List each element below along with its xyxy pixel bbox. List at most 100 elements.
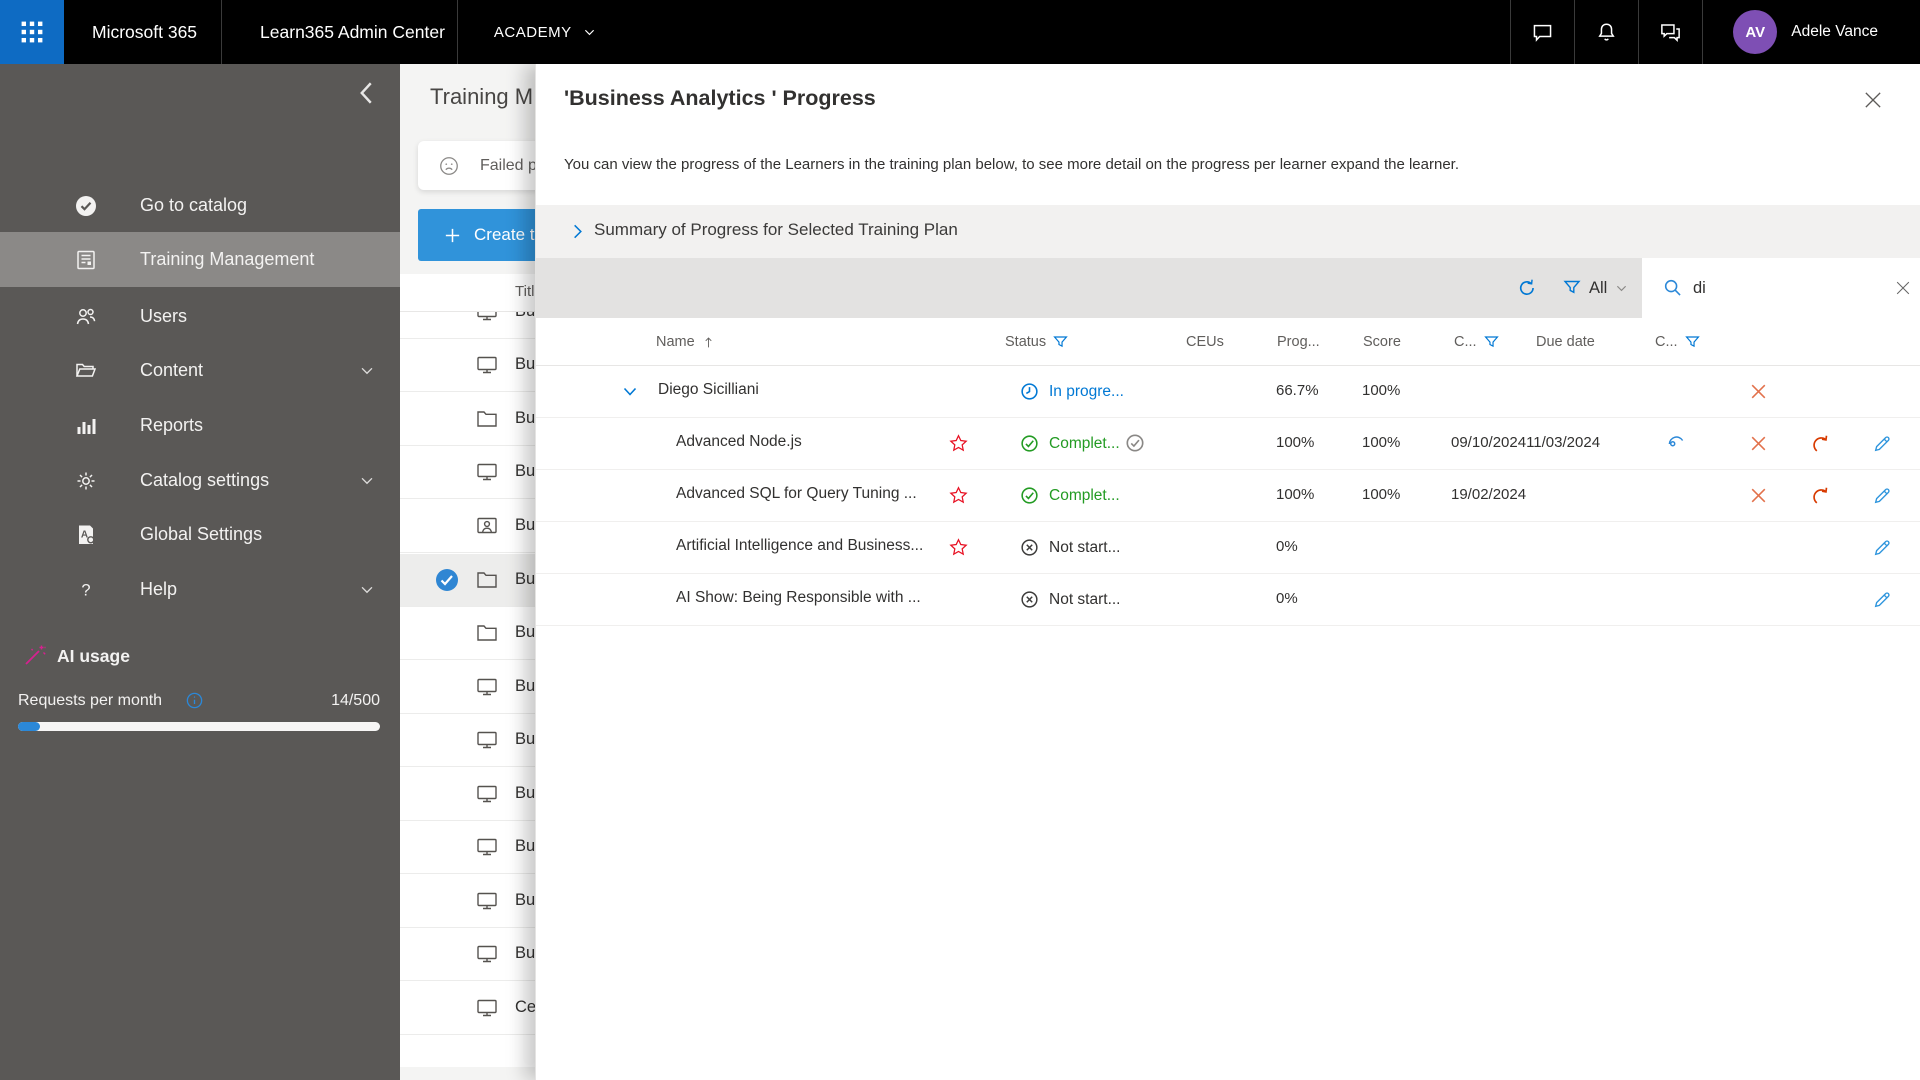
training-row-title: Bu [515, 355, 536, 373]
column-header-due-date[interactable]: Due date [1536, 318, 1595, 366]
check-circle-icon [1019, 485, 1040, 506]
feedback-button[interactable] [1638, 0, 1702, 64]
column-header-status[interactable]: Status [1005, 318, 1069, 366]
required-star-icon[interactable] [948, 537, 969, 558]
sidebar-item-label: Go to catalog [140, 195, 248, 215]
tenant-switcher[interactable]: ACADEMY [494, 24, 597, 41]
sidebar-item-label: Catalog settings [140, 470, 270, 490]
status-label: Complet... [1049, 486, 1120, 504]
requests-count: 14/500 [331, 692, 380, 709]
collapse-sidebar-icon[interactable] [352, 78, 382, 108]
progress-value: 100% [1276, 486, 1315, 503]
monitor-icon [475, 996, 499, 1020]
column-header-certificate[interactable]: C... [1655, 318, 1701, 366]
info-icon[interactable] [185, 691, 204, 710]
filter-funnel-icon[interactable] [1483, 334, 1500, 351]
dialog-description: You can view the progress of the Learner… [564, 156, 1460, 173]
monitor-icon [475, 728, 499, 752]
column-header-score[interactable]: Score [1363, 318, 1401, 366]
column-header-completion[interactable]: C... [1454, 318, 1500, 366]
progress-value: 100% [1276, 434, 1315, 451]
refresh-icon[interactable] [1516, 277, 1538, 299]
training-management-icon [74, 248, 98, 272]
top-bar: Microsoft 365 Learn365 Admin Center ACAD… [0, 0, 1920, 64]
sidebar-item-training-management[interactable]: Training Management [0, 232, 400, 287]
ai-wand-icon [22, 642, 48, 668]
folder-icon [475, 407, 499, 431]
feedback-chat-icon [1659, 21, 1682, 44]
column-header-ceus[interactable]: CEUs [1186, 318, 1224, 366]
close-icon[interactable] [1862, 89, 1884, 111]
sidebar-item-label: Global Settings [140, 524, 263, 544]
chevron-down-icon [582, 25, 597, 40]
filter-dropdown[interactable]: All [1562, 273, 1629, 303]
delete-action-icon[interactable] [1748, 485, 1769, 506]
dialog-title: 'Business Analytics ' Progress [564, 86, 876, 110]
sidebar-item-help[interactable]: ? Help [0, 562, 400, 617]
course-name: Advanced Node.js [676, 433, 802, 450]
training-row-title: Bu [515, 570, 536, 588]
brand-title[interactable]: Microsoft 365 [92, 22, 197, 43]
required-star-icon[interactable] [948, 485, 969, 506]
sidebar-item-content[interactable]: Content [0, 343, 400, 398]
sidebar-item-catalog-settings[interactable]: Catalog settings [0, 453, 400, 508]
app-launcher-button[interactable] [0, 0, 64, 64]
summary-accordion[interactable]: Summary of Progress for Selected Trainin… [536, 205, 1920, 258]
required-star-icon[interactable] [948, 433, 969, 454]
learner-row: Diego Sicilliani In progre... 66.7% 100% [536, 366, 1920, 418]
monitor-icon [475, 312, 499, 324]
monitor-icon [475, 675, 499, 699]
course-name: Advanced SQL for Query Tuning ... [676, 485, 917, 502]
filter-funnel-icon[interactable] [1684, 334, 1701, 351]
sidebar-item-global-settings[interactable]: A Global Settings [0, 507, 400, 562]
chevron-down-icon [358, 472, 376, 490]
bell-icon [1595, 21, 1618, 44]
status-cell: In progre... [1019, 381, 1124, 402]
view-action-icon[interactable] [1666, 433, 1687, 454]
filter-funnel-icon[interactable] [1052, 334, 1069, 351]
notifications-button[interactable] [1574, 0, 1638, 64]
title-column-header[interactable]: Titl [515, 283, 534, 300]
monitor-icon [475, 782, 499, 806]
edit-action-icon[interactable] [1872, 589, 1893, 610]
sidebar: Go to catalog Training Management Users Con… [0, 64, 400, 1080]
learner-name: Diego Sicilliani [658, 381, 759, 398]
user-name: Adele Vance [1791, 23, 1878, 40]
expand-learner-icon[interactable] [620, 382, 640, 402]
chat-button[interactable] [1510, 0, 1574, 64]
search-input[interactable] [1693, 272, 1883, 304]
course-row: AI Show: Being Responsible with ... Not s… [536, 574, 1920, 626]
folder-icon [475, 621, 499, 645]
status-label: Not start... [1049, 590, 1121, 608]
chat-icon [1531, 21, 1554, 44]
progress-dialog: 'Business Analytics ' Progress You can v… [535, 64, 1920, 1080]
go-to-catalog-icon [74, 194, 98, 218]
sidebar-item-users[interactable]: Users [0, 289, 400, 344]
edit-action-icon[interactable] [1872, 485, 1893, 506]
column-header-name[interactable]: Name [656, 318, 716, 366]
sidebar-item-go-to-catalog[interactable]: Go to catalog [0, 178, 400, 233]
redo-action-icon[interactable] [1810, 485, 1831, 506]
sidebar-item-label: Reports [140, 415, 204, 435]
search-box [1642, 258, 1920, 318]
training-row-title: Bu [515, 730, 536, 748]
course-name: Artificial Intelligence and Business... [676, 537, 924, 554]
edit-action-icon[interactable] [1872, 537, 1893, 558]
course-row: Artificial Intelligence and Business... N… [536, 522, 1920, 574]
monitor-icon [475, 353, 499, 377]
filter-funnel-icon [1562, 278, 1582, 298]
screen: Microsoft 365 Learn365 Admin Center ACAD… [0, 0, 1920, 1080]
clear-search-icon[interactable] [1894, 279, 1912, 297]
requests-progress-fill [18, 722, 40, 731]
topbar-actions: AV Adele Vance [1510, 0, 1920, 64]
account-menu[interactable]: AV Adele Vance [1702, 0, 1920, 64]
delete-action-icon[interactable] [1748, 381, 1769, 402]
sidebar-item-reports[interactable]: Reports [0, 398, 400, 453]
requests-per-month-label: Requests per month [18, 692, 163, 709]
edit-action-icon[interactable] [1872, 433, 1893, 454]
delete-action-icon[interactable] [1748, 433, 1769, 454]
column-header-progress[interactable]: Prog... [1277, 318, 1320, 366]
ai-usage-label[interactable]: AI usage [57, 646, 130, 667]
redo-action-icon[interactable] [1810, 433, 1831, 454]
course-row: Advanced Node.js Complet... 100% 100% 09/10/… [536, 418, 1920, 470]
